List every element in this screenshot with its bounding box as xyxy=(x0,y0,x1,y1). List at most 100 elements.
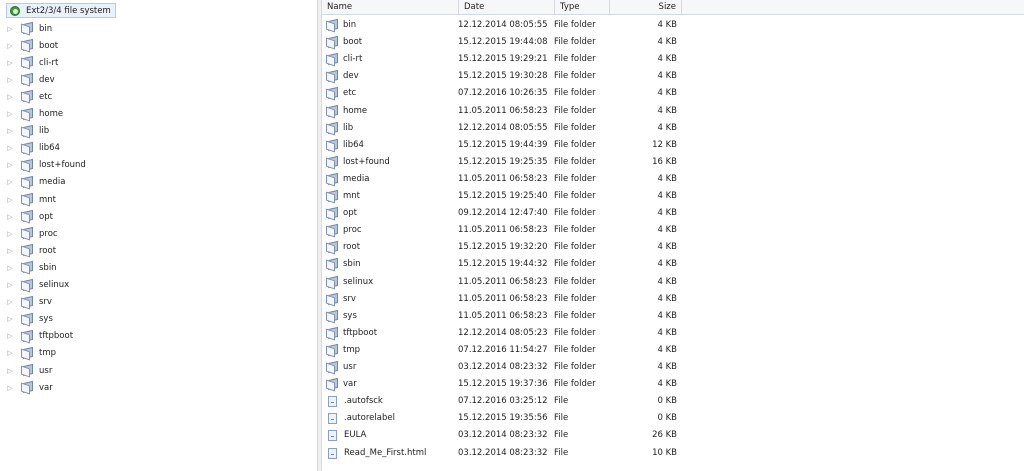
expand-arrow-icon[interactable]: ▷ xyxy=(5,247,15,255)
tree-item[interactable]: ▷ tmp xyxy=(5,346,56,361)
file-row[interactable]: home 11.05.2011 06:58:23 File folder 4 KB xyxy=(322,103,682,120)
expand-arrow-icon[interactable]: ▷ xyxy=(5,264,15,272)
expand-arrow-icon[interactable]: ▷ xyxy=(5,59,15,67)
file-row[interactable]: .autorelabel 15.12.2015 19:35:56 File 0 KB xyxy=(322,410,682,427)
file-row[interactable]: sys 11.05.2011 06:58:23 File folder 4 KB xyxy=(322,308,682,325)
tree-item[interactable]: ▷ var xyxy=(5,380,53,395)
tree-item[interactable]: ▷ sbin xyxy=(5,260,57,275)
tree-item[interactable]: ▷ root xyxy=(5,243,56,258)
tree-item[interactable]: ▷ opt xyxy=(5,209,53,224)
file-name-cell: var xyxy=(326,376,357,393)
folder-icon xyxy=(21,124,34,139)
tree-item[interactable]: ▷ mnt xyxy=(5,192,56,207)
expand-arrow-icon[interactable]: ▷ xyxy=(5,178,15,186)
file-size: 4 KB xyxy=(657,344,677,355)
file-size: 4 KB xyxy=(657,173,677,184)
expand-arrow-icon[interactable]: ▷ xyxy=(5,144,15,152)
expand-arrow-icon[interactable]: ▷ xyxy=(5,315,15,323)
column-header-type[interactable]: Type xyxy=(555,0,610,14)
expand-arrow-icon[interactable]: ▷ xyxy=(5,332,15,340)
tree-item[interactable]: ▷ tftpboot xyxy=(5,329,73,344)
expand-arrow-icon[interactable]: ▷ xyxy=(5,76,15,84)
file-date: 15.12.2015 19:32:20 xyxy=(458,242,548,253)
file-row[interactable]: sbin 15.12.2015 19:44:32 File folder 4 KB xyxy=(322,256,682,273)
tree-item[interactable]: ▷ bin xyxy=(5,21,52,36)
tree-item-label: srv xyxy=(39,297,52,308)
column-header-size[interactable]: Size xyxy=(610,0,682,14)
tree-item[interactable]: ▷ dev xyxy=(5,72,55,87)
file-row[interactable]: lost+found 15.12.2015 19:25:35 File folder… xyxy=(322,154,682,171)
file-date: 07.12.2016 10:26:35 xyxy=(458,88,548,99)
file-row[interactable]: lib64 15.12.2015 19:44:39 File folder 12 KB xyxy=(322,137,682,154)
folder-icon xyxy=(21,346,34,361)
expand-arrow-icon[interactable]: ▷ xyxy=(5,298,15,306)
folder-icon xyxy=(326,155,339,170)
expand-arrow-icon[interactable]: ▷ xyxy=(5,93,15,101)
file-name-cell: lib64 xyxy=(326,137,364,154)
expand-arrow-icon[interactable]: ▷ xyxy=(5,110,15,118)
file-row[interactable]: var 15.12.2015 19:37:36 File folder 4 KB xyxy=(322,376,682,393)
tree-item[interactable]: ▷ media xyxy=(5,175,65,190)
tree-item[interactable]: ▷ lost+found xyxy=(5,158,86,173)
expand-arrow-icon[interactable]: ▷ xyxy=(5,367,15,375)
file-name: bin xyxy=(343,20,357,30)
file-row[interactable]: selinux 11.05.2011 06:58:23 File folder 4 K… xyxy=(322,274,682,291)
folder-icon xyxy=(21,261,34,275)
expand-arrow-icon[interactable]: ▷ xyxy=(5,281,15,289)
file-row[interactable]: lib 12.12.2014 08:05:55 File folder 4 KB xyxy=(322,120,682,137)
tree-item[interactable]: ▷ lib64 xyxy=(5,141,60,156)
tree-item[interactable]: ▷ usr xyxy=(5,363,52,378)
file-type: File folder xyxy=(554,208,596,219)
file-row[interactable]: srv 11.05.2011 06:58:23 File folder 4 KB xyxy=(322,291,682,308)
file-row[interactable]: mnt 15.12.2015 19:25:40 File folder 4 KB xyxy=(322,188,682,205)
tree-item-label: cli-rt xyxy=(39,57,59,68)
tree-item[interactable]: ▷ srv xyxy=(5,295,52,310)
expand-arrow-icon[interactable]: ▷ xyxy=(5,161,15,169)
file-row[interactable]: root 15.12.2015 19:32:20 File folder 4 KB xyxy=(322,239,682,256)
expand-arrow-icon[interactable]: ▷ xyxy=(5,127,15,135)
column-header-name[interactable]: Name xyxy=(322,0,459,14)
file-row[interactable]: tmp 07.12.2016 11:54:27 File folder 4 KB xyxy=(322,342,682,359)
tree-root-label: Ext2/3/4 file system xyxy=(26,5,111,16)
file-date: 11.05.2011 06:58:23 xyxy=(458,276,548,287)
tree-item[interactable]: ▷ etc xyxy=(5,89,52,104)
file-row[interactable]: EULA 03.12.2014 08:23:32 File 26 KB xyxy=(322,427,682,444)
tree-item[interactable]: ▷ selinux xyxy=(5,278,69,293)
file-row[interactable]: tftpboot 12.12.2014 08:05:23 File folder 4 … xyxy=(322,325,682,342)
folder-icon xyxy=(326,87,339,101)
expand-arrow-icon[interactable]: ▷ xyxy=(5,349,15,357)
file-row[interactable]: usr 03.12.2014 08:23:32 File folder 4 KB xyxy=(322,359,682,376)
file-icon xyxy=(328,447,337,459)
file-name: mnt xyxy=(343,191,360,201)
tree-item[interactable]: ▷ sys xyxy=(5,312,53,327)
file-name: lib64 xyxy=(343,139,364,150)
expand-arrow-icon[interactable]: ▷ xyxy=(5,25,15,33)
file-size: 4 KB xyxy=(657,54,677,65)
expand-arrow-icon[interactable]: ▷ xyxy=(5,384,15,392)
expand-arrow-icon[interactable]: ▷ xyxy=(5,196,15,204)
file-type: File xyxy=(554,413,569,424)
tree-item[interactable]: ▷ boot xyxy=(5,38,58,53)
file-row[interactable]: Read_Me_First.html 03.12.2014 08:23:32 Fil… xyxy=(322,445,682,462)
tree-item[interactable]: ▷ proc xyxy=(5,226,58,241)
expand-arrow-icon[interactable]: ▷ xyxy=(5,42,15,50)
file-row[interactable]: bin 12.12.2014 08:05:55 File folder 4 KB xyxy=(322,17,682,34)
file-row[interactable]: boot 15.12.2015 19:44:08 File folder 4 KB xyxy=(322,34,682,51)
tree-item[interactable]: ▷ cli-rt xyxy=(5,55,58,70)
tree-item-label: home xyxy=(39,109,64,119)
tree-root-filesystem[interactable]: Ext2/3/4 file system xyxy=(6,3,116,18)
folder-icon xyxy=(21,244,34,258)
tree-item[interactable]: ▷ home xyxy=(5,107,63,122)
file-row[interactable]: dev 15.12.2015 19:30:28 File folder 4 KB xyxy=(322,68,682,85)
file-row[interactable]: opt 09.12.2014 12:47:40 File folder 4 KB xyxy=(322,205,682,222)
file-type: File xyxy=(554,430,569,441)
expand-arrow-icon[interactable]: ▷ xyxy=(5,213,15,221)
column-header-date[interactable]: Date xyxy=(459,0,555,14)
file-row[interactable]: .autofsck 07.12.2016 03:25:12 File 0 KB xyxy=(322,393,682,410)
tree-item[interactable]: ▷ lib xyxy=(5,124,49,139)
file-row[interactable]: etc 07.12.2016 10:26:35 File folder 4 KB xyxy=(322,85,682,102)
expand-arrow-icon[interactable]: ▷ xyxy=(5,230,15,238)
file-row[interactable]: proc 11.05.2011 06:58:23 File folder 4 KB xyxy=(322,222,682,239)
file-row[interactable]: media 11.05.2011 06:58:23 File folder 4 KB xyxy=(322,171,682,188)
file-row[interactable]: cli-rt 15.12.2015 19:29:21 File folder 4 KB xyxy=(322,51,682,68)
